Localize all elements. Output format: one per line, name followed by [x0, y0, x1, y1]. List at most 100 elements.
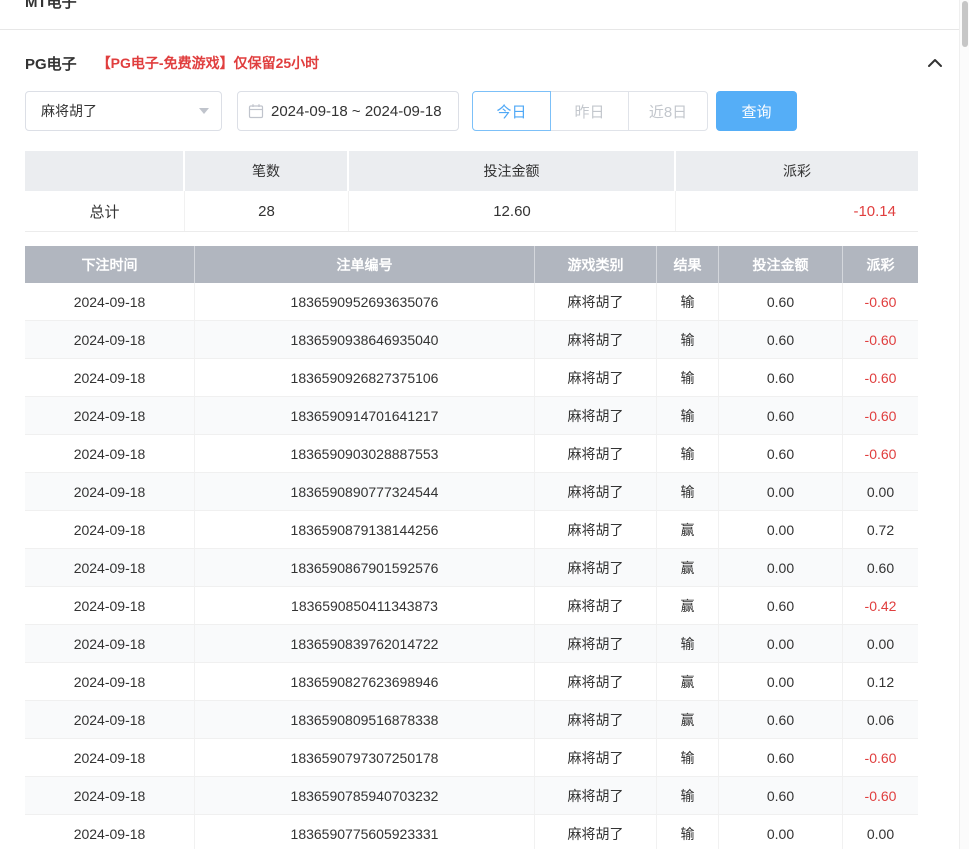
bet-time-cell: 2024-09-18	[25, 321, 195, 358]
result-cell: 赢	[657, 663, 719, 700]
column-header: 派彩	[843, 246, 918, 283]
table-row: 2024-09-181836590879138144256麻将胡了赢0.000.…	[25, 511, 918, 549]
order-number-cell: 1836590775605923331	[195, 815, 535, 849]
table-row: 2024-09-181836590775605923331麻将胡了输0.000.…	[25, 815, 918, 849]
result-cell: 输	[657, 435, 719, 472]
bet-amount-cell: 0.00	[719, 473, 843, 510]
pg-section-header: PG电子 【PG电子-免费游戏】仅保留25小时	[0, 47, 969, 79]
game-type-cell: 麻将胡了	[535, 321, 657, 358]
column-header: 下注时间	[25, 246, 195, 283]
last-8-days-button[interactable]: 近8日	[628, 91, 708, 131]
bet-time-cell: 2024-09-18	[25, 511, 195, 548]
table-row: 2024-09-181836590839762014722麻将胡了输0.000.…	[25, 625, 918, 663]
scrollbar[interactable]	[959, 0, 969, 849]
order-number-cell: 1836590914701641217	[195, 397, 535, 434]
payout-cell: 0.00	[843, 815, 918, 849]
result-cell: 输	[657, 321, 719, 358]
result-cell: 赢	[657, 549, 719, 586]
bet-amount-cell: 0.00	[719, 663, 843, 700]
table-row: 2024-09-181836590914701641217麻将胡了输0.60-0…	[25, 397, 918, 435]
order-number-cell: 1836590809516878338	[195, 701, 535, 738]
game-type-cell: 麻将胡了	[535, 625, 657, 662]
table-row: 2024-09-181836590938646935040麻将胡了输0.60-0…	[25, 321, 918, 359]
quick-range-group: 今日 昨日 近8日	[472, 91, 708, 131]
column-header: 结果	[657, 246, 719, 283]
bet-time-cell: 2024-09-18	[25, 549, 195, 586]
bet-time-cell: 2024-09-18	[25, 435, 195, 472]
page: MT电子 PG电子 【PG电子-免费游戏】仅保留25小时 麻将胡了 2024-0…	[0, 0, 969, 849]
bet-time-cell: 2024-09-18	[25, 625, 195, 662]
date-range-input[interactable]: 2024-09-18 ~ 2024-09-18	[237, 91, 459, 131]
date-range-value: 2024-09-18 ~ 2024-09-18	[271, 103, 442, 120]
summary-total-row: 总计 28 12.60 -10.14	[25, 191, 918, 232]
game-type-cell: 麻将胡了	[535, 777, 657, 814]
bets-table-body: 2024-09-181836590952693635076麻将胡了输0.60-0…	[25, 283, 918, 849]
game-type-cell: 麻将胡了	[535, 701, 657, 738]
bet-amount-cell: 0.00	[719, 625, 843, 662]
section-title-mt[interactable]: MT电子	[25, 0, 77, 12]
result-cell: 赢	[657, 587, 719, 624]
payout-cell: 0.72	[843, 511, 918, 548]
order-number-cell: 1836590827623698946	[195, 663, 535, 700]
calendar-icon	[248, 103, 264, 119]
payout-cell: -0.60	[843, 359, 918, 396]
result-cell: 赢	[657, 511, 719, 548]
chevron-up-icon[interactable]	[926, 56, 944, 70]
payout-cell: -0.60	[843, 739, 918, 776]
today-button[interactable]: 今日	[472, 91, 551, 131]
query-button[interactable]: 查询	[716, 91, 797, 131]
column-header: 注单编号	[195, 246, 535, 283]
order-number-cell: 1836590867901592576	[195, 549, 535, 586]
payout-cell: 0.00	[843, 625, 918, 662]
result-cell: 输	[657, 397, 719, 434]
order-number-cell: 1836590890777324544	[195, 473, 535, 510]
game-type-cell: 麻将胡了	[535, 815, 657, 849]
table-row: 2024-09-181836590926827375106麻将胡了输0.60-0…	[25, 359, 918, 397]
result-cell: 输	[657, 625, 719, 662]
table-row: 2024-09-181836590850411343873麻将胡了赢0.60-0…	[25, 587, 918, 625]
bet-time-cell: 2024-09-18	[25, 397, 195, 434]
game-type-cell: 麻将胡了	[535, 663, 657, 700]
game-type-cell: 麻将胡了	[535, 739, 657, 776]
summary-header-bet-amount: 投注金额	[349, 151, 676, 191]
bet-amount-cell: 0.60	[719, 397, 843, 434]
summary-header-row: 笔数 投注金额 派彩	[25, 151, 918, 191]
result-cell: 输	[657, 473, 719, 510]
table-row: 2024-09-181836590827623698946麻将胡了赢0.000.…	[25, 663, 918, 701]
result-cell: 输	[657, 359, 719, 396]
bet-time-cell: 2024-09-18	[25, 359, 195, 396]
bet-amount-cell: 0.00	[719, 511, 843, 548]
bet-amount-cell: 0.60	[719, 359, 843, 396]
summary-header-empty	[25, 151, 185, 191]
table-row: 2024-09-181836590867901592576麻将胡了赢0.000.…	[25, 549, 918, 587]
chevron-down-icon	[199, 108, 209, 114]
game-type-cell: 麻将胡了	[535, 511, 657, 548]
table-row: 2024-09-181836590785940703232麻将胡了输0.60-0…	[25, 777, 918, 815]
payout-cell: -0.60	[843, 777, 918, 814]
game-select[interactable]: 麻将胡了	[25, 91, 222, 131]
yesterday-button[interactable]: 昨日	[550, 91, 629, 131]
bet-time-cell: 2024-09-18	[25, 701, 195, 738]
table-row: 2024-09-181836590952693635076麻将胡了输0.60-0…	[25, 283, 918, 321]
summary-table: 笔数 投注金额 派彩 总计 28 12.60 -10.14	[25, 151, 918, 232]
game-type-cell: 麻将胡了	[535, 473, 657, 510]
bet-time-cell: 2024-09-18	[25, 473, 195, 510]
summary-header-count: 笔数	[185, 151, 349, 191]
bet-time-cell: 2024-09-18	[25, 739, 195, 776]
game-type-cell: 麻将胡了	[535, 549, 657, 586]
payout-cell: 0.06	[843, 701, 918, 738]
payout-cell: -0.60	[843, 283, 918, 320]
payout-cell: -0.60	[843, 397, 918, 434]
bet-time-cell: 2024-09-18	[25, 777, 195, 814]
scrollbar-thumb[interactable]	[962, 1, 968, 47]
bet-time-cell: 2024-09-18	[25, 587, 195, 624]
game-type-cell: 麻将胡了	[535, 359, 657, 396]
summary-payout-value: -10.14	[676, 191, 918, 231]
filter-bar: 麻将胡了 2024-09-18 ~ 2024-09-18 今日 昨日 近8日 查…	[0, 91, 969, 131]
summary-count-value: 28	[185, 191, 349, 231]
column-header: 投注金额	[719, 246, 843, 283]
mt-section-row: MT电子	[0, 0, 969, 30]
order-number-cell: 1836590952693635076	[195, 283, 535, 320]
payout-cell: -0.60	[843, 321, 918, 358]
summary-header-payout: 派彩	[676, 151, 918, 191]
